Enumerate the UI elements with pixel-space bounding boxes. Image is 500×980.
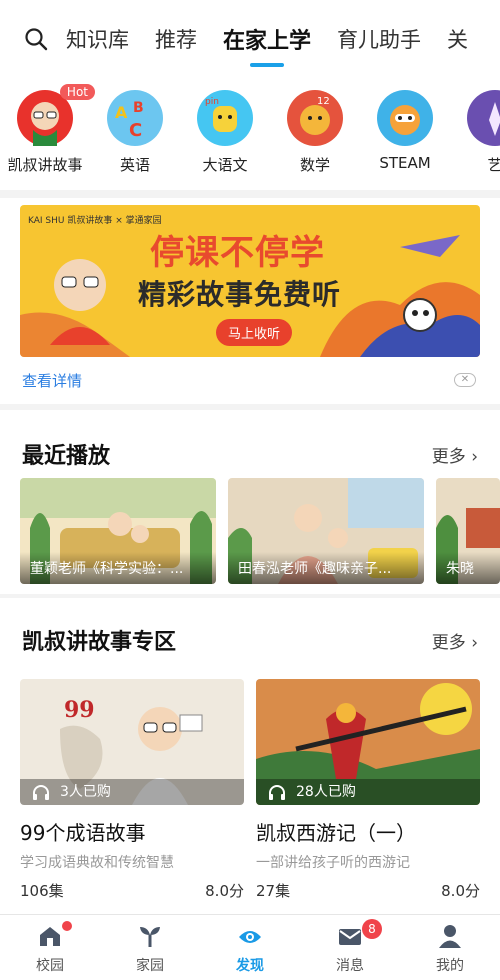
person-icon bbox=[439, 925, 461, 948]
svg-text:pin: pin bbox=[205, 97, 219, 107]
tab-parenting-assistant[interactable]: 育儿助手 bbox=[337, 24, 421, 54]
story-desc: 一部讲给孩子听的西游记 bbox=[256, 855, 410, 871]
banner-detail-row: 查看详情 ✕ bbox=[0, 366, 500, 396]
more-link[interactable]: 更多 › bbox=[432, 628, 478, 653]
mail-icon bbox=[339, 929, 361, 945]
pinyin-cat-icon: pin bbox=[197, 90, 253, 146]
promo-banner[interactable]: KAI SHU 凯叔讲故事 × 掌通家园 停课不停学 精彩故事免费听 马上收听 bbox=[20, 205, 480, 357]
tab-discover[interactable]: 发现 bbox=[200, 915, 300, 980]
section-title: 最近播放 bbox=[22, 444, 111, 469]
category-label: STEAM bbox=[379, 154, 431, 172]
story-meta: 106集 8.0分 bbox=[20, 880, 244, 900]
svg-text:99: 99 bbox=[64, 697, 95, 723]
category-label: 英语 bbox=[119, 156, 150, 174]
recent-caption: 朱晓 bbox=[436, 552, 500, 584]
svg-text:C: C bbox=[129, 120, 142, 141]
tab-home-garden[interactable]: 家园 bbox=[100, 915, 200, 980]
tab-label: 消息 bbox=[336, 958, 364, 974]
story-card[interactable]: 28人已购 凯叔西游记（一） 一部讲给孩子听的西游记 27集 8.0分 bbox=[256, 679, 480, 900]
search-icon[interactable] bbox=[24, 27, 48, 51]
tab-label: 家园 bbox=[136, 958, 164, 974]
headphones-icon bbox=[269, 785, 285, 800]
purchase-count: 3人已购 bbox=[20, 779, 244, 805]
message-count-badge: 8 bbox=[362, 919, 382, 939]
more-label: 更多 bbox=[431, 633, 466, 653]
steam-robot-icon bbox=[377, 90, 433, 146]
divider bbox=[0, 190, 500, 198]
svg-text:B: B bbox=[133, 100, 144, 116]
divider bbox=[0, 404, 500, 410]
story-score: 8.0分 bbox=[205, 882, 244, 900]
recent-card[interactable]: 朱晓 bbox=[436, 478, 500, 584]
story-score: 8.0分 bbox=[441, 882, 480, 900]
banner-subtitle: 精彩故事免费听 bbox=[138, 278, 342, 311]
recent-card[interactable]: 田春泓老师《趣味亲子... bbox=[228, 478, 424, 584]
category-row: Hot 凯叔讲故事 A B C 英语 pin 大语文 12 数学 STEAM 艺 bbox=[0, 84, 500, 188]
math-lion-icon: 12 bbox=[287, 90, 343, 146]
tab-label: 发现 bbox=[236, 958, 264, 974]
purchase-count-label: 3人已购 bbox=[60, 784, 111, 800]
svg-text:A: A bbox=[115, 103, 128, 122]
divider bbox=[0, 594, 500, 598]
recent-card[interactable]: 董颖老师《科学实验：... bbox=[20, 478, 216, 584]
story-name: 99个成语故事 bbox=[20, 821, 146, 845]
banner-title: 停课不停学 bbox=[150, 233, 325, 273]
view-details-link[interactable]: 查看详情 bbox=[22, 370, 82, 391]
story-cover: 28人已购 bbox=[256, 679, 480, 805]
section-title: 凯叔讲故事专区 bbox=[22, 630, 177, 655]
more-link[interactable]: 更多 › bbox=[432, 442, 478, 467]
tab-home-school[interactable]: 在家上学 bbox=[223, 23, 311, 67]
school-icon bbox=[40, 927, 60, 946]
tab-label: 我的 bbox=[436, 958, 464, 974]
episode-count: 106集 bbox=[20, 882, 64, 900]
art-dancer-icon bbox=[467, 90, 500, 146]
tab-messages[interactable]: 8 消息 bbox=[300, 915, 400, 980]
recent-caption: 田春泓老师《趣味亲子... bbox=[228, 552, 424, 584]
chevron-right-icon: › bbox=[471, 633, 478, 653]
abc-icon: A B C bbox=[107, 90, 163, 146]
tab-knowledge[interactable]: 知识库 bbox=[66, 24, 129, 54]
category-label: 凯叔讲故事 bbox=[7, 156, 83, 174]
banner-brand-text: KAI SHU 凯叔讲故事 × 掌通家园 bbox=[28, 216, 162, 226]
category-math[interactable]: 12 数学 bbox=[270, 88, 360, 188]
tab-profile[interactable]: 我的 bbox=[400, 915, 500, 980]
bottom-tab-bar: 校园 家园 发现 8 消息 我的 bbox=[0, 914, 500, 980]
listen-now-button[interactable]: 马上收听 bbox=[216, 319, 293, 346]
purchase-count: 28人已购 bbox=[256, 779, 480, 805]
tab-partial[interactable]: 关 bbox=[447, 24, 468, 54]
category-label: 数学 bbox=[299, 156, 330, 174]
story-meta: 27集 8.0分 bbox=[256, 880, 480, 900]
sprout-icon bbox=[140, 927, 160, 947]
category-kaishu[interactable]: Hot 凯叔讲故事 bbox=[0, 84, 95, 188]
more-label: 更多 bbox=[431, 447, 466, 467]
purchase-count-label: 28人已购 bbox=[296, 784, 356, 800]
close-icon[interactable]: ✕ bbox=[454, 373, 476, 387]
tab-campus[interactable]: 校园 bbox=[0, 915, 100, 980]
kaishu-avatar-icon: Hot bbox=[17, 84, 95, 146]
category-chinese[interactable]: pin 大语文 bbox=[180, 88, 270, 188]
story-cover: 99 3人已购 bbox=[20, 679, 244, 805]
category-english[interactable]: A B C 英语 bbox=[90, 88, 180, 188]
category-label: 大语文 bbox=[202, 156, 248, 174]
eye-icon bbox=[239, 931, 261, 943]
recent-header: 最近播放 更多 › bbox=[0, 432, 500, 472]
zone-header: 凯叔讲故事专区 更多 › bbox=[0, 618, 500, 658]
story-desc: 学习成语典故和传统智慧 bbox=[20, 855, 174, 871]
category-art[interactable]: 艺 bbox=[450, 88, 500, 188]
recent-caption: 董颖老师《科学实验：... bbox=[20, 552, 216, 584]
recent-list: 董颖老师《科学实验：... 田春泓老师《趣味亲子... 朱晓 bbox=[20, 478, 500, 584]
story-card[interactable]: 99 3人已购 99个成语故事 学习成语典故和传统智慧 106集 8.0分 bbox=[20, 679, 244, 900]
category-steam[interactable]: STEAM bbox=[360, 88, 450, 188]
category-label: 艺 bbox=[487, 156, 500, 174]
notification-dot bbox=[62, 921, 72, 931]
story-name: 凯叔西游记（一） bbox=[256, 821, 416, 845]
top-nav: 知识库 推荐 在家上学 育儿助手 关 bbox=[0, 0, 500, 78]
headphones-icon bbox=[33, 785, 49, 800]
svg-text:12: 12 bbox=[317, 96, 330, 107]
tab-recommend[interactable]: 推荐 bbox=[155, 24, 197, 54]
chevron-right-icon: › bbox=[471, 447, 478, 467]
tab-label: 校园 bbox=[36, 958, 64, 974]
hot-badge: Hot bbox=[59, 84, 95, 100]
episode-count: 27集 bbox=[256, 882, 291, 900]
